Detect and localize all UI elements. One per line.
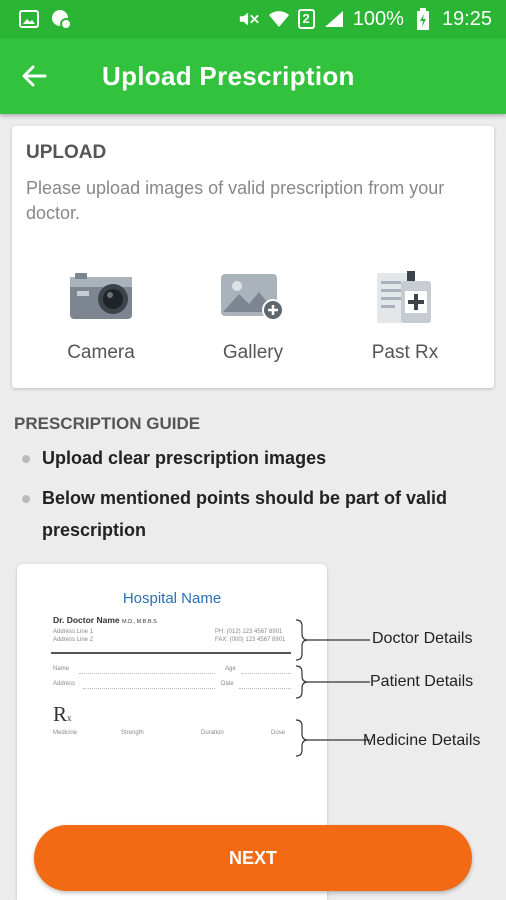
duration-column: Duration <box>201 730 224 736</box>
page-title: Upload Prescription <box>102 60 355 91</box>
status-bar: 2 100% 19:25 <box>0 0 506 38</box>
name-label: Name <box>53 666 70 672</box>
gallery-option[interactable]: Gallery <box>178 266 328 364</box>
name-line <box>79 673 215 674</box>
battery-percent: 100% <box>352 7 404 30</box>
callout-brackets <box>295 619 370 757</box>
upload-title: UPLOAD <box>26 142 107 163</box>
address-label: Address <box>53 681 76 687</box>
past-rx-icon <box>330 266 480 328</box>
camera-label: Camera <box>67 342 135 363</box>
divider <box>51 652 291 654</box>
date-line <box>239 688 291 689</box>
medicine-column: Medicine <box>53 730 78 736</box>
doctor-name: Dr. Doctor Name M.D., M.B.B.S <box>53 615 157 625</box>
date-label: Date <box>221 681 234 687</box>
messenger-icon <box>50 8 72 30</box>
rx-symbol: Rx <box>53 702 72 726</box>
app-bar: Upload Prescription <box>0 38 506 114</box>
wifi-icon <box>268 8 290 30</box>
bullet-dot <box>22 455 30 463</box>
patient-details-callout: Patient Details <box>370 673 474 690</box>
sim-icon: 2 <box>297 8 315 30</box>
age-line <box>241 673 291 674</box>
clock: 19:25 <box>441 7 492 30</box>
arrow-left-icon[interactable] <box>14 56 54 96</box>
doctor-details-callout: Doctor Details <box>372 630 473 647</box>
gallery-add-icon <box>178 266 328 328</box>
upload-description: Please upload images of valid prescripti… <box>26 178 445 223</box>
address-line-1: Address Line 1 <box>53 629 94 635</box>
gallery-label: Gallery <box>222 342 284 363</box>
guide-title: PRESCRIPTION GUIDE <box>14 414 201 433</box>
address-line <box>83 688 215 689</box>
past-rx-option[interactable]: Past Rx <box>330 266 480 364</box>
camera-option[interactable]: Camera <box>26 266 176 364</box>
bullet-dot <box>22 495 30 503</box>
dose-column: Dose <box>271 730 286 736</box>
battery-icon <box>412 8 434 30</box>
address-line-2: Address Line 2 <box>53 637 94 643</box>
upload-card: UPLOAD Please upload images of valid pre… <box>12 126 494 388</box>
medicine-details-callout: Medicine Details <box>363 732 481 749</box>
guide-bullet: Below mentioned points should be part of… <box>22 482 482 546</box>
mute-icon <box>238 8 260 30</box>
signal-icon <box>323 8 345 30</box>
phone: PH: (012) 123 4567 8901 <box>215 629 283 635</box>
past-rx-label: Past Rx <box>371 342 439 363</box>
next-button[interactable]: NEXT <box>34 825 472 891</box>
hospital-name: Hospital Name <box>122 590 222 607</box>
guide-bullet: Upload clear prescription images <box>22 442 482 474</box>
strength-column: Strength <box>121 730 144 736</box>
age-label: Age <box>225 666 236 672</box>
camera-icon <box>26 266 176 328</box>
image-icon <box>18 8 40 30</box>
fax: FAX: (000) 123 4567 8901 <box>215 637 286 643</box>
